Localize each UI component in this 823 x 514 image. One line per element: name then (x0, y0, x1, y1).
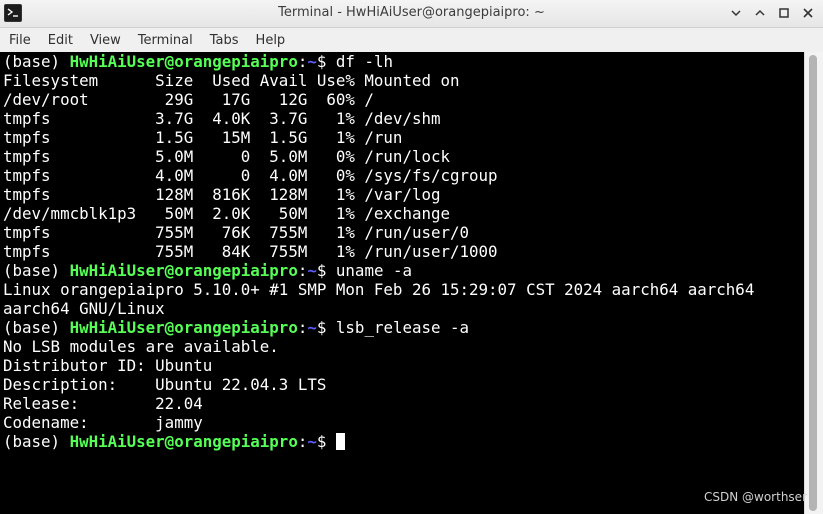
restore-button[interactable] (751, 4, 769, 22)
prompt-path: ~ (307, 261, 317, 280)
prompt-line: (base) HwHiAiUser@orangepiaipro:~$ uname… (3, 261, 754, 280)
minimize-button[interactable] (727, 4, 745, 22)
output-line: /dev/mmcblk1p3 50M 2.0K 50M 1% /exchange (3, 204, 450, 223)
close-button[interactable] (799, 4, 817, 22)
prompt-path: ~ (307, 318, 317, 337)
prompt-separator: : (297, 318, 308, 337)
menu-bar: File Edit View Terminal Tabs Help (0, 28, 823, 53)
prompt-path: ~ (307, 52, 317, 71)
menu-view[interactable]: View (81, 33, 129, 48)
prompt-user: HwHiAiUser@orangepiaipro (69, 318, 298, 337)
prompt-symbol: $ (316, 318, 336, 337)
prompt-env: (base) (3, 52, 70, 71)
square-icon (779, 8, 789, 18)
prompt-separator: : (297, 261, 308, 280)
prompt-env: (base) (3, 261, 70, 280)
terminal-lines: (base) HwHiAiUser@orangepiaipro:~$ df -l… (3, 52, 754, 451)
command-text: df -lh (335, 52, 393, 71)
terminal-output[interactable]: (base) HwHiAiUser@orangepiaipro:~$ df -l… (0, 52, 804, 514)
menu-help[interactable]: Help (247, 33, 294, 48)
scrollbar-thumb[interactable] (809, 55, 817, 511)
output-line: Release: 22.04 (3, 394, 203, 413)
output-line: tmpfs 755M 76K 755M 1% /run/user/0 (3, 223, 470, 242)
prompt-path: ~ (307, 432, 317, 451)
output-line: tmpfs 1.5G 15M 1.5G 1% /run (3, 128, 403, 147)
menu-tabs[interactable]: Tabs (201, 33, 247, 48)
prompt-env: (base) (3, 432, 70, 451)
prompt-env: (base) (3, 318, 70, 337)
output-line: tmpfs 128M 816K 128M 1% /var/log (3, 185, 441, 204)
output-line: Linux orangepiaipro 5.10.0+ #1 SMP Mon F… (3, 280, 755, 299)
menu-file[interactable]: File (0, 33, 39, 48)
chevron-up-icon (755, 9, 765, 16)
prompt-symbol: $ (316, 52, 336, 71)
prompt-user: HwHiAiUser@orangepiaipro (69, 261, 298, 280)
command-text: lsb_release -a (335, 318, 470, 337)
output-line: tmpfs 755M 84K 755M 1% /run/user/1000 (3, 242, 498, 261)
output-line: tmpfs 3.7G 4.0K 3.7G 1% /dev/shm (3, 109, 441, 128)
window-title: Terminal - HwHiAiUser@orangepiaipro: ~ (278, 5, 545, 20)
output-line: No LSB modules are available. (3, 337, 279, 356)
output-line: Filesystem Size Used Avail Use% Mounted … (3, 71, 460, 90)
prompt-user: HwHiAiUser@orangepiaipro (69, 52, 298, 71)
chevron-down-icon (731, 10, 741, 17)
watermark: CSDN @worthser (704, 490, 807, 504)
maximize-button[interactable] (775, 4, 793, 22)
output-line: Codename: jammy (3, 413, 203, 432)
prompt-user: HwHiAiUser@orangepiaipro (69, 432, 298, 451)
output-line: Distributor ID: Ubuntu (3, 356, 213, 375)
output-line: tmpfs 4.0M 0 4.0M 0% /sys/fs/cgroup (3, 166, 498, 185)
prompt-line: (base) HwHiAiUser@orangepiaipro:~$ lsb_r… (3, 318, 754, 337)
output-line: /dev/root 29G 17G 12G 60% / (3, 90, 374, 109)
text-cursor (335, 433, 345, 450)
prompt-symbol: $ (316, 432, 336, 451)
prompt-separator: : (297, 432, 308, 451)
prompt-line: (base) HwHiAiUser@orangepiaipro:~$ df -l… (3, 52, 754, 71)
prompt-symbol: $ (316, 261, 336, 280)
output-line: tmpfs 5.0M 0 5.0M 0% /run/lock (3, 147, 450, 166)
output-line: aarch64 GNU/Linux (3, 299, 165, 318)
menu-edit[interactable]: Edit (39, 33, 81, 48)
prompt-line: (base) HwHiAiUser@orangepiaipro:~$ (3, 432, 754, 451)
prompt-separator: : (297, 52, 308, 71)
title-bar[interactable]: Terminal - HwHiAiUser@orangepiaipro: ~ (0, 0, 823, 28)
menu-terminal[interactable]: Terminal (129, 33, 201, 48)
vertical-scrollbar[interactable] (804, 52, 823, 514)
command-text: uname -a (335, 261, 412, 280)
output-line: Description: Ubuntu 22.04.3 LTS (3, 375, 327, 394)
close-icon (803, 8, 813, 18)
